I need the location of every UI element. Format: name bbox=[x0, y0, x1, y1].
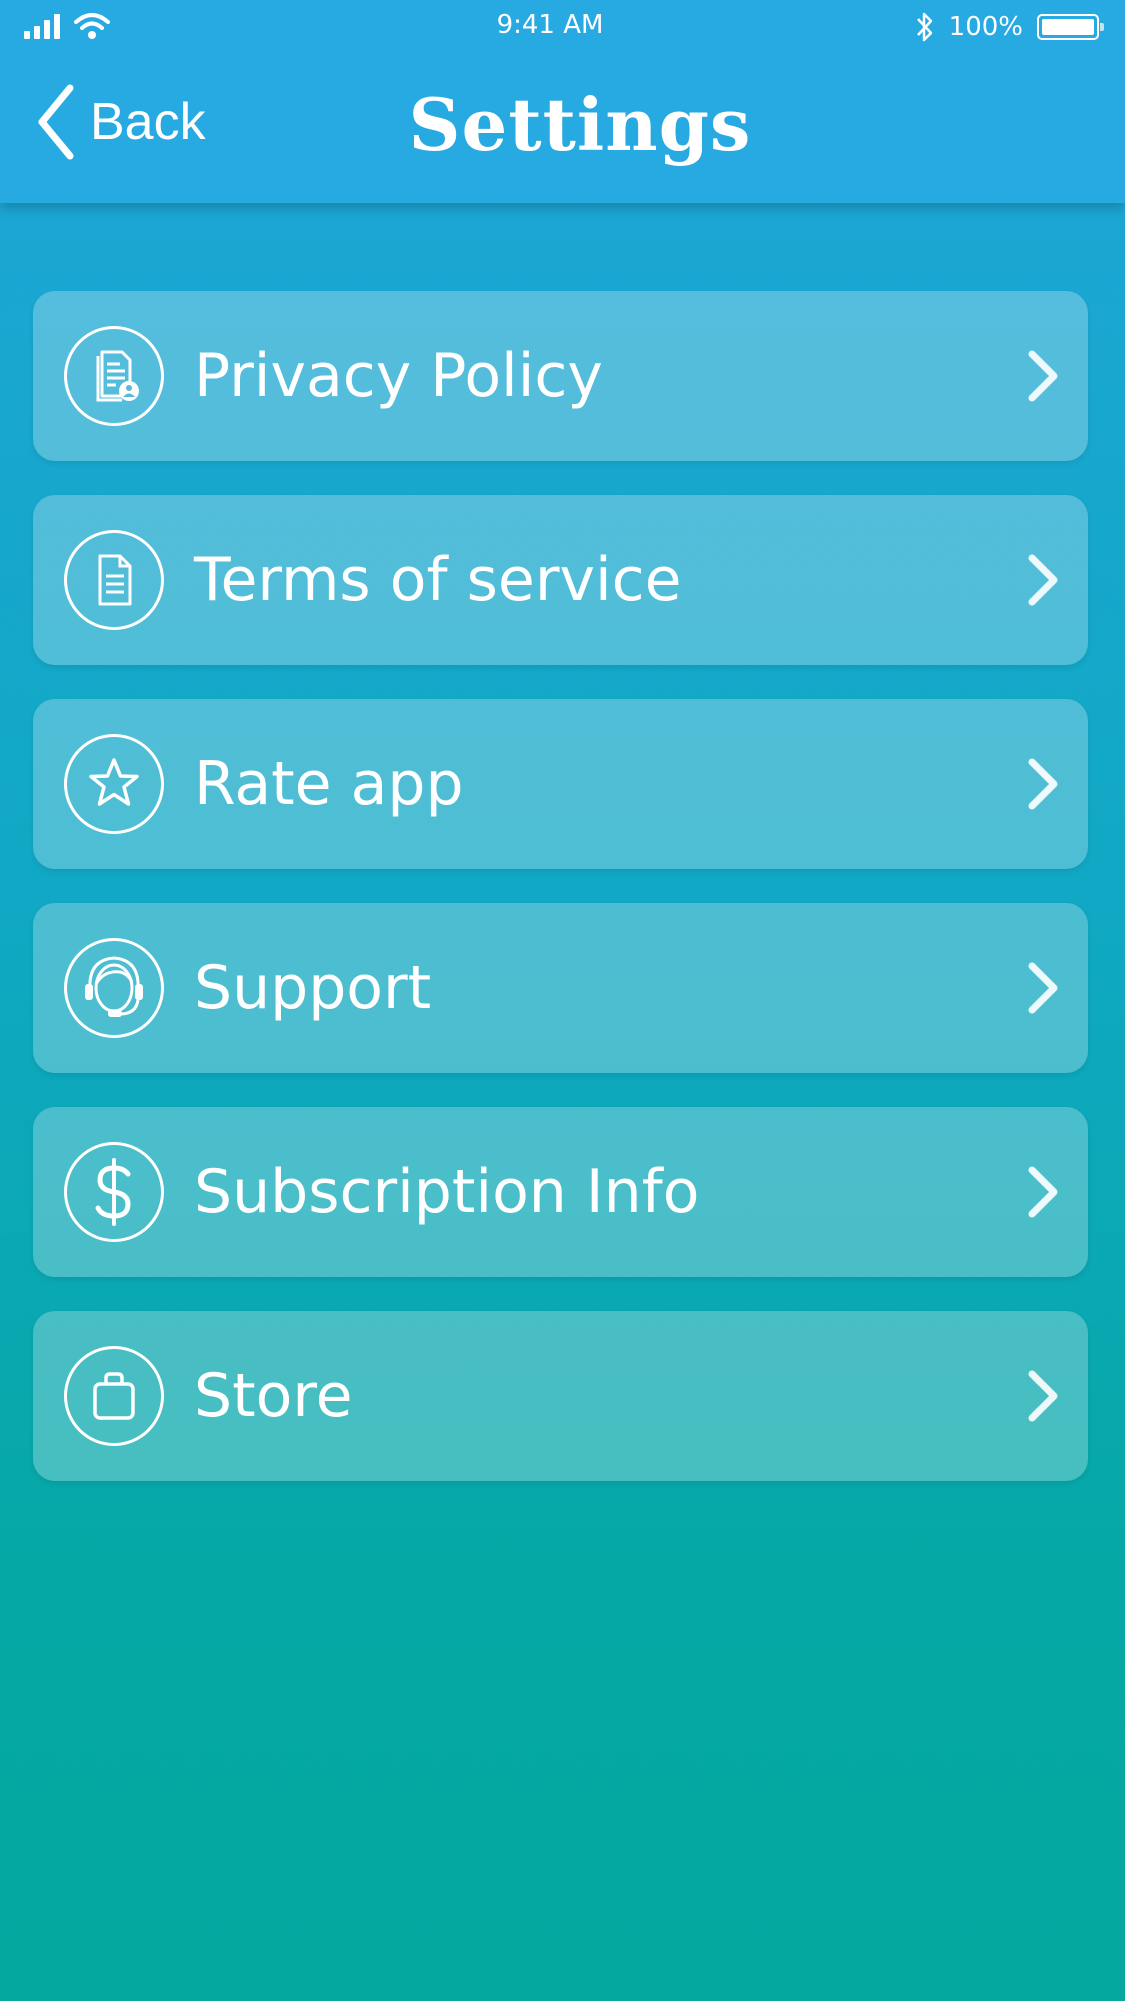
menu-item-label: Terms of service bbox=[194, 545, 682, 615]
menu-item-label: Store bbox=[194, 1361, 353, 1431]
navigation-header: 9:41 AM 100% Back Settings bbox=[0, 0, 1125, 203]
menu-item-label: Rate app bbox=[194, 749, 464, 819]
chevron-right-icon bbox=[1028, 350, 1058, 402]
star-icon bbox=[64, 734, 164, 834]
menu-item-label: Subscription Info bbox=[194, 1157, 700, 1227]
battery-percentage: 100% bbox=[948, 12, 1023, 42]
dollar-icon bbox=[64, 1142, 164, 1242]
menu-item-rate-app[interactable]: Rate app bbox=[33, 699, 1088, 869]
document-icon bbox=[64, 530, 164, 630]
page-title: Settings bbox=[408, 82, 752, 167]
settings-menu: Privacy Policy Terms of service Rate app bbox=[33, 291, 1088, 1515]
menu-item-label: Privacy Policy bbox=[194, 341, 603, 411]
chevron-right-icon bbox=[1028, 1166, 1058, 1218]
menu-item-privacy-policy[interactable]: Privacy Policy bbox=[33, 291, 1088, 461]
chevron-right-icon bbox=[1028, 758, 1058, 810]
chevron-right-icon bbox=[1028, 962, 1058, 1014]
status-battery-group: 100% bbox=[915, 10, 1104, 44]
menu-item-terms-of-service[interactable]: Terms of service bbox=[33, 495, 1088, 665]
chevron-right-icon bbox=[1028, 1370, 1058, 1422]
menu-item-label: Support bbox=[194, 953, 432, 1023]
battery-level-fill bbox=[1042, 19, 1094, 35]
menu-item-support[interactable]: Support bbox=[33, 903, 1088, 1073]
support-headset-icon bbox=[64, 938, 164, 1038]
privacy-document-icon bbox=[64, 326, 164, 426]
menu-item-store[interactable]: Store bbox=[33, 1311, 1088, 1481]
menu-item-subscription-info[interactable]: Subscription Info bbox=[33, 1107, 1088, 1277]
bluetooth-icon bbox=[916, 12, 932, 42]
status-bar: 9:41 AM 100% bbox=[0, 0, 1125, 56]
chevron-right-icon bbox=[1028, 554, 1058, 606]
battery-icon bbox=[1037, 14, 1104, 40]
shopping-bag-icon bbox=[64, 1346, 164, 1446]
